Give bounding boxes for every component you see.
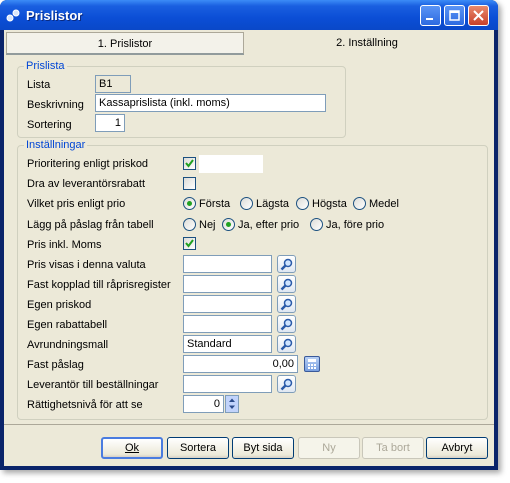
radio-nej-label: Nej: [199, 219, 216, 231]
prioritering-checkbox[interactable]: [183, 157, 196, 170]
valuta-search-button[interactable]: [277, 255, 296, 273]
lista-label: Lista: [27, 79, 51, 91]
fast-paslag-label: Fast påslag: [27, 359, 84, 371]
egen-priskod-search-button[interactable]: [277, 295, 296, 313]
window-title: Prislistor: [26, 8, 83, 23]
ta-bort-button-label: Ta bort: [376, 442, 410, 454]
dialog-client-area: 1. Prislistor 2. Inställning Prislista L…: [4, 30, 494, 466]
button-separator: [4, 424, 494, 425]
ta-bort-button[interactable]: Ta bort: [362, 437, 424, 459]
dialog-window: Prislistor 1. Prislistor 2. Inställning …: [0, 0, 498, 470]
leverantor-label: Leverantör till beställningar: [27, 379, 159, 391]
leverantorsrabatt-label: Dra av leverantörsrabatt: [27, 178, 145, 190]
radio-hogsta[interactable]: [296, 197, 309, 210]
rattighetsniva-label: Rättighetsnivå för att se: [27, 399, 143, 411]
radio-nej[interactable]: [183, 218, 196, 231]
lagg-pa-label: Lägg på påslag från tabell: [27, 219, 154, 231]
avrundningsmall-label: Avrundningsmall: [27, 339, 109, 351]
raprisregister-field[interactable]: [183, 275, 272, 293]
byt-sida-button[interactable]: Byt sida: [232, 437, 294, 459]
pris-inkl-moms-label: Pris inkl. Moms: [27, 239, 102, 251]
tab-prislistor-label: 1. Prislistor: [97, 38, 153, 50]
spinner-up-icon[interactable]: [226, 396, 238, 404]
raprisregister-search-button[interactable]: [277, 275, 296, 293]
sortering-field[interactable]: 1: [95, 114, 125, 132]
egen-priskod-label: Egen priskod: [27, 299, 92, 311]
title-bar[interactable]: Prislistor: [0, 0, 498, 30]
tab-prislistor[interactable]: 1. Prislistor: [6, 32, 244, 54]
raprisregister-label: Fast kopplad till råprisregister: [27, 279, 171, 291]
priskod-field[interactable]: [199, 155, 263, 173]
installningar-group-title: Inställningar: [24, 139, 88, 151]
prioritering-label: Prioritering enligt priskod: [27, 158, 149, 170]
magnifier-icon: [280, 318, 293, 331]
tab-installning-label: 2. Inställning: [336, 37, 398, 49]
rattighetsniva-spinner[interactable]: [225, 395, 239, 413]
vilket-pris-label: Vilket pris enligt prio: [27, 198, 126, 210]
valuta-field[interactable]: [183, 255, 272, 273]
radio-hogsta-label: Högsta: [312, 198, 347, 210]
radio-ja-fore-prio[interactable]: [310, 218, 323, 231]
spinner-down-icon[interactable]: [226, 404, 238, 412]
valuta-label: Pris visas i denna valuta: [27, 259, 146, 271]
calculator-icon: [308, 359, 316, 369]
magnifier-icon: [280, 338, 293, 351]
magnifier-icon: [280, 298, 293, 311]
avrundningsmall-search-button[interactable]: [277, 335, 296, 353]
prislista-group-title: Prislista: [24, 60, 67, 72]
rattighetsniva-field[interactable]: 0: [183, 395, 224, 413]
beskrivning-field[interactable]: Kassaprislista (inkl. moms): [95, 94, 326, 112]
fast-paslag-field[interactable]: 0,00: [183, 355, 298, 373]
leverantorsrabatt-checkbox[interactable]: [183, 177, 196, 190]
egen-priskod-field[interactable]: [183, 295, 272, 313]
egen-rabattabell-search-button[interactable]: [277, 315, 296, 333]
ny-button[interactable]: Ny: [298, 437, 360, 459]
maximize-icon: [449, 10, 460, 21]
avrundningsmall-field[interactable]: Standard: [183, 335, 272, 353]
egen-rabattabell-field[interactable]: [183, 315, 272, 333]
minimize-button[interactable]: [420, 5, 441, 26]
avbryt-button[interactable]: Avbryt: [426, 437, 488, 459]
calculator-button[interactable]: [304, 356, 320, 372]
byt-sida-button-label: Byt sida: [243, 442, 283, 454]
check-mark-icon: [185, 159, 194, 168]
tab-divider: [6, 54, 244, 55]
maximize-button[interactable]: [444, 5, 465, 26]
sortera-button[interactable]: Sortera: [167, 437, 229, 459]
lista-field: B1: [95, 75, 131, 93]
ok-button-label: Ok: [124, 442, 140, 454]
ny-button-label: Ny: [322, 442, 336, 454]
egen-rabattabell-label: Egen rabattabell: [27, 319, 108, 331]
tab-installning[interactable]: 2. Inställning: [245, 32, 489, 54]
radio-lagsta[interactable]: [240, 197, 253, 210]
radio-medel[interactable]: [353, 197, 366, 210]
magnifier-icon: [280, 258, 293, 271]
radio-forsta-label: Första: [199, 198, 231, 210]
leverantor-field[interactable]: [183, 375, 272, 393]
radio-ja-efter-prio[interactable]: [222, 218, 235, 231]
sortering-label: Sortering: [27, 119, 72, 131]
magnifier-icon: [280, 378, 293, 391]
check-mark-icon: [185, 239, 194, 248]
pris-inkl-moms-checkbox[interactable]: [183, 237, 196, 250]
minimize-icon: [426, 18, 433, 20]
radio-medel-label: Medel: [369, 198, 399, 210]
radio-ja-fore-prio-label: Ja, före prio: [326, 219, 385, 231]
sortera-button-label: Sortera: [179, 442, 217, 454]
ok-button[interactable]: Ok: [101, 437, 163, 459]
radio-forsta[interactable]: [183, 197, 196, 210]
beskrivning-label: Beskrivning: [27, 99, 84, 111]
radio-ja-efter-prio-label: Ja, efter prio: [238, 219, 300, 231]
close-button[interactable]: [468, 5, 489, 26]
leverantor-search-button[interactable]: [277, 375, 296, 393]
magnifier-icon: [280, 278, 293, 291]
close-icon: [473, 10, 484, 21]
price-list-app-icon: [6, 9, 20, 22]
radio-lagsta-label: Lägsta: [256, 198, 290, 210]
avbryt-button-label: Avbryt: [441, 442, 473, 454]
